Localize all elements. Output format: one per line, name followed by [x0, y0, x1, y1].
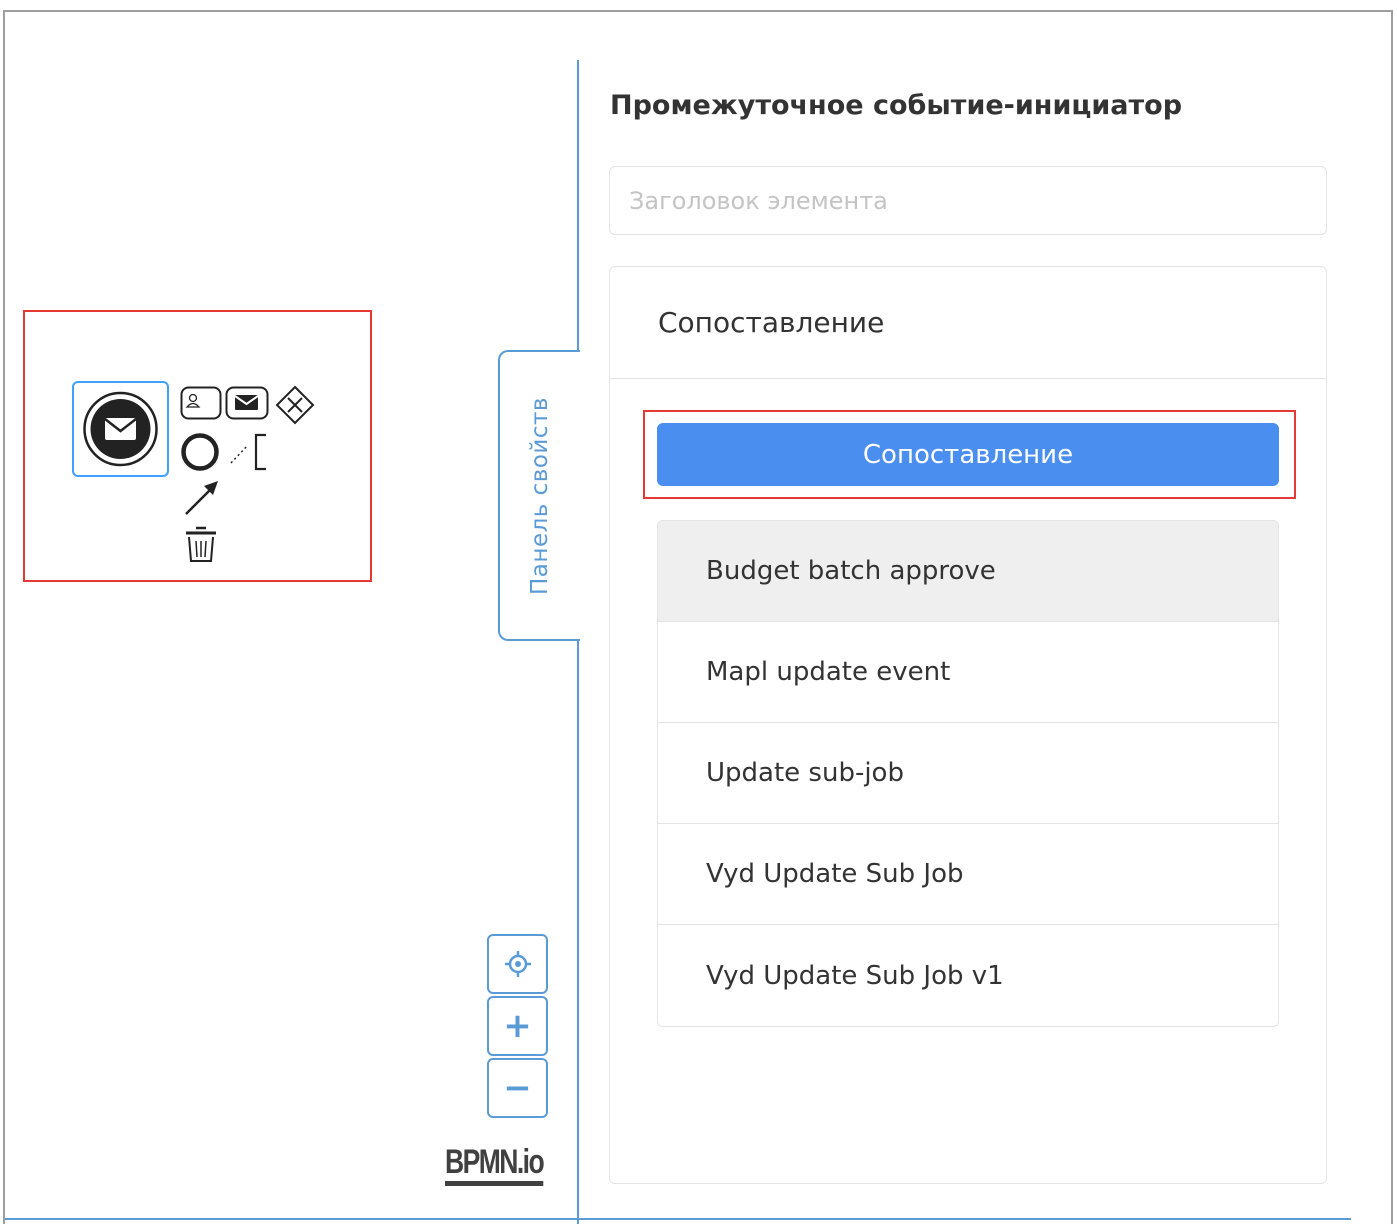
- zoom-in-button[interactable]: +: [487, 996, 548, 1056]
- element-title-input[interactable]: [609, 166, 1327, 235]
- intermediate-message-event[interactable]: [72, 381, 169, 477]
- panel-divider: [577, 60, 579, 351]
- reset-view-button[interactable]: [487, 934, 548, 994]
- list-item[interactable]: Mapl update event: [658, 622, 1278, 723]
- end-event-icon[interactable]: [180, 431, 222, 473]
- text-annotation-icon[interactable]: [228, 431, 270, 473]
- list-item[interactable]: Update sub-job: [658, 723, 1278, 824]
- message-task-icon[interactable]: [225, 386, 269, 420]
- crosshair-icon: [504, 951, 531, 977]
- list-item[interactable]: Budget batch approve: [658, 521, 1278, 622]
- bottom-border: [5, 1218, 1351, 1220]
- zoom-out-button[interactable]: −: [487, 1058, 548, 1118]
- gateway-icon[interactable]: [274, 384, 316, 426]
- mapping-list: Budget batch approve Mapl update event U…: [657, 520, 1279, 1027]
- connect-arrow-icon[interactable]: [180, 478, 222, 520]
- list-item[interactable]: Vyd Update Sub Job: [658, 824, 1278, 925]
- section-title: Сопоставление: [610, 267, 1326, 379]
- mapping-button[interactable]: Сопоставление: [657, 423, 1279, 486]
- list-item[interactable]: Vyd Update Sub Job v1: [658, 925, 1278, 1026]
- delete-icon[interactable]: [183, 525, 219, 565]
- properties-panel-tab-label: Панель свойств: [527, 396, 553, 595]
- message-event-icon: [83, 391, 158, 467]
- user-task-icon[interactable]: [180, 386, 222, 420]
- panel-divider: [577, 640, 579, 1224]
- panel-title: Промежуточное событие-инициатор: [610, 90, 1183, 121]
- properties-panel-toggle[interactable]: Панель свойств: [498, 350, 580, 641]
- bpmn-io-logo[interactable]: BPMN.io: [445, 1144, 545, 1186]
